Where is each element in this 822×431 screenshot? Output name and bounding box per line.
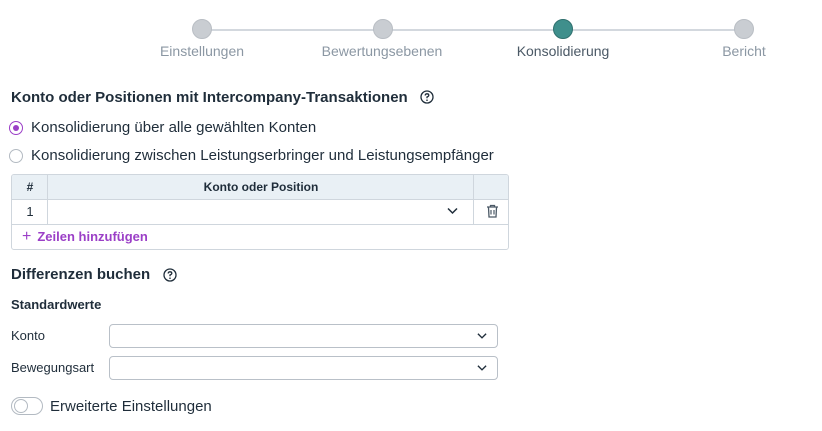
column-header-number: # [26,180,34,194]
radio-label: Konsolidierung über alle gewählten Konte… [31,119,317,136]
account-select[interactable] [48,199,473,224]
radio-button[interactable] [9,148,23,163]
bewegungsart-label: Bewegungsart [11,360,95,375]
step-dot-bewertungsebenen[interactable] [373,19,393,39]
chevron-down-icon [477,365,487,371]
table-header: # Konto oder Position [12,175,508,200]
wizard-stepper: Einstellungen Bewertungsebenen Konsolidi… [0,0,822,70]
step-label-bewertungsebenen[interactable]: Bewertungsebenen [322,43,443,59]
konto-select[interactable] [109,324,498,348]
step-label-bericht[interactable]: Bericht [722,43,766,59]
standard-values-subtitle: Standardwerte [11,297,102,312]
toggle-knob [14,399,28,413]
accounts-table: # Konto oder Position 1 + Zeilen hinzufü… [11,174,509,250]
add-rows-button[interactable]: + Zeilen hinzufügen [22,227,148,245]
step-label-konsolidierung[interactable]: Konsolidierung [517,43,610,59]
table-row: 1 [12,199,508,225]
help-icon[interactable] [163,268,177,282]
add-rows-label: Zeilen hinzufügen [37,229,148,244]
column-header-account: Konto oder Position [203,180,319,194]
chevron-down-icon [447,207,458,215]
advanced-settings-label[interactable]: Erweiterte Einstellungen [50,398,212,415]
radio-option-leistungserbringer[interactable]: Konsolidierung zwischen Leistungserbring… [9,147,494,164]
advanced-settings-toggle[interactable] [11,397,43,415]
step-dot-bericht[interactable] [734,19,754,39]
stepper-track [202,29,744,31]
diff-section-title: Differenzen buchen [11,266,151,283]
chevron-down-icon [477,333,487,339]
ic-section-title: Konto oder Positionen mit Intercompany-T… [11,89,408,106]
step-dot-einstellungen[interactable] [192,19,212,39]
step-label-einstellungen[interactable]: Einstellungen [160,43,244,59]
radio-label: Konsolidierung zwischen Leistungserbring… [31,147,494,164]
radio-option-alle-konten[interactable]: Konsolidierung über alle gewählten Konte… [9,119,316,136]
radio-button[interactable] [9,120,23,135]
konto-label: Konto [11,328,45,343]
trash-icon[interactable] [486,204,499,218]
help-icon[interactable] [420,90,434,104]
row-number: 1 [26,204,34,219]
bewegungsart-select[interactable] [109,356,498,380]
plus-icon: + [22,227,32,245]
step-dot-konsolidierung[interactable] [553,19,573,39]
